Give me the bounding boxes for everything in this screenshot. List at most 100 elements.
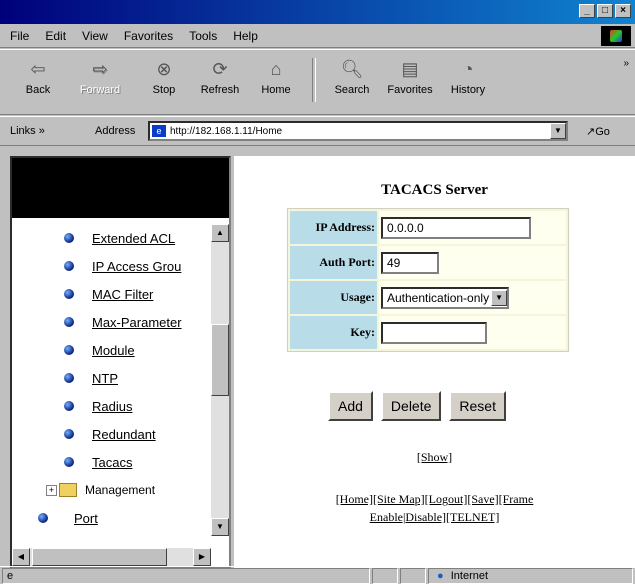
toolbar-chevron-icon[interactable]: »	[623, 58, 629, 69]
search-button[interactable]: 🔍︎ Search	[326, 58, 378, 96]
browser-window: _ □ × File Edit View Favorites Tools Hel…	[0, 0, 635, 584]
reset-button[interactable]: Reset	[449, 391, 506, 421]
footer-links-line1[interactable]: [Home][Site Map][Logout][Save][Frame	[336, 492, 534, 506]
folder-icon	[59, 483, 77, 497]
scroll-up-icon[interactable]: ▲	[211, 224, 229, 242]
page-icon: e	[152, 125, 166, 137]
home-icon: ⌂	[270, 59, 282, 79]
show-link-row: [Show]	[234, 450, 635, 465]
bullet-icon	[64, 457, 74, 467]
links-button[interactable]: Links »	[10, 125, 45, 137]
tree-item[interactable]: Module	[12, 336, 210, 364]
windows-logo-icon	[601, 26, 631, 46]
nav-link-radius[interactable]: Radius	[92, 399, 132, 414]
status-main: e	[2, 568, 370, 584]
footer-links: [Home][Site Map][Logout][Save][Frame Ena…	[234, 490, 635, 526]
key-input[interactable]	[381, 321, 487, 344]
tacacs-form: IP Address: 0.0.0.0 Auth Port: 49 Usage:…	[287, 208, 569, 352]
hscroll-thumb[interactable]	[32, 548, 167, 566]
tree-item[interactable]: Tacacs	[12, 448, 210, 476]
minimize-icon[interactable]: _	[579, 4, 595, 18]
bullet-icon	[64, 401, 74, 411]
status-cell	[372, 568, 398, 584]
status-bar: e ● Internet	[0, 566, 635, 584]
ip-address-label: IP Address:	[290, 211, 377, 244]
chevron-down-icon[interactable]: ▼	[491, 289, 508, 306]
bullet-icon	[64, 429, 74, 439]
key-label: Key:	[290, 316, 377, 349]
status-cell	[400, 568, 426, 584]
scroll-right-icon[interactable]: ▶	[193, 548, 211, 566]
tree-item[interactable]: Port	[12, 504, 210, 532]
nav-link-mac-filter[interactable]: MAC Filter	[92, 287, 153, 302]
tree-item[interactable]: Max-Parameter	[12, 308, 210, 336]
address-input[interactable]: e http://182.168.1.11/Home	[148, 121, 568, 141]
nav-link-max-parameter[interactable]: Max-Parameter	[92, 315, 182, 330]
zone-label: Internet	[450, 570, 489, 582]
home-button[interactable]: ⌂ Home	[250, 58, 302, 96]
nav-link-redundant[interactable]: Redundant	[92, 427, 156, 442]
back-button[interactable]: ⇦ Back	[12, 58, 64, 96]
nav-link-tacacs[interactable]: Tacacs	[92, 455, 132, 470]
ip-address-input[interactable]: 0.0.0.0	[381, 216, 531, 239]
title-bar: _ □ ×	[0, 0, 635, 24]
menu-view[interactable]: View	[82, 29, 108, 43]
stop-button[interactable]: ⊗ Stop	[138, 58, 190, 96]
address-url: http://182.168.1.11/Home	[170, 125, 283, 137]
menu-bar: File Edit View Favorites Tools Help	[0, 24, 635, 48]
refresh-icon: ⟳	[212, 59, 228, 79]
toolbar: ⇦ Back ⇨ Forward ⊗ Stop ⟳ Refresh ⌂ Home…	[0, 49, 635, 115]
tree-folder-management[interactable]: + Management	[12, 476, 210, 504]
add-button[interactable]: Add	[328, 391, 373, 421]
bullet-icon	[64, 373, 74, 383]
menu-file[interactable]: File	[10, 29, 29, 43]
menu-tools[interactable]: Tools	[189, 29, 217, 43]
forward-arrow-icon: ⇨	[92, 59, 108, 79]
nav-tree: Extended ACL IP Access Grou MAC Filter M…	[12, 224, 210, 532]
horizontal-scrollbar[interactable]: ◀ ▶	[12, 548, 211, 566]
menu-edit[interactable]: Edit	[45, 29, 66, 43]
address-dropdown-icon[interactable]: ▼	[550, 123, 566, 139]
scroll-left-icon[interactable]: ◀	[12, 548, 30, 566]
history-button[interactable]: ◔ History	[442, 58, 494, 96]
menu-favorites[interactable]: Favorites	[124, 29, 173, 43]
globe-icon: ●	[437, 570, 444, 582]
back-arrow-icon: ⇦	[30, 59, 46, 79]
usage-select[interactable]: Authentication-only ▼	[381, 286, 510, 309]
auth-port-input[interactable]: 49	[381, 251, 439, 274]
forward-button[interactable]: ⇨ Forward	[74, 58, 126, 96]
nav-link-extended-acl[interactable]: Extended ACL	[92, 231, 175, 246]
bullet-icon	[64, 289, 74, 299]
form-buttons: Add Delete Reset	[328, 391, 506, 421]
tree-item[interactable]: Radius	[12, 392, 210, 420]
tree-item[interactable]: Redundant	[12, 420, 210, 448]
tree-item[interactable]: IP Access Grou	[12, 252, 210, 280]
nav-link-module[interactable]: Module	[92, 343, 135, 358]
bullet-icon	[64, 261, 74, 271]
tree-item[interactable]: NTP	[12, 364, 210, 392]
refresh-button[interactable]: ⟳ Refresh	[194, 58, 246, 96]
vertical-scrollbar[interactable]: ▲ ▼	[211, 224, 229, 536]
nav-link-port[interactable]: Port	[74, 511, 98, 526]
favorites-button[interactable]: ▤ Favorites	[384, 58, 436, 96]
bullet-icon	[38, 513, 48, 523]
scroll-thumb[interactable]	[211, 324, 229, 396]
tree-item[interactable]: Extended ACL	[12, 224, 210, 252]
page-status-icon: e	[7, 570, 14, 582]
content-frame: TACACS Server IP Address: 0.0.0.0 Auth P…	[234, 156, 635, 568]
menu-help[interactable]: Help	[233, 29, 258, 43]
maximize-icon[interactable]: □	[597, 4, 613, 18]
nav-link-ip-access-group[interactable]: IP Access Grou	[92, 259, 181, 274]
close-icon[interactable]: ×	[615, 4, 631, 18]
scroll-down-icon[interactable]: ▼	[211, 518, 229, 536]
tree-item[interactable]: MAC Filter	[12, 280, 210, 308]
navigation-frame: Extended ACL IP Access Grou MAC Filter M…	[10, 156, 231, 568]
footer-links-line2[interactable]: Enable|Disable][TELNET]	[370, 510, 500, 524]
delete-button[interactable]: Delete	[380, 391, 442, 421]
folder-label: Management	[85, 483, 156, 497]
nav-link-ntp[interactable]: NTP	[92, 371, 118, 386]
auth-port-label: Auth Port:	[290, 246, 377, 279]
show-link[interactable]: [Show]	[417, 450, 452, 464]
expand-icon[interactable]: +	[46, 484, 57, 496]
go-button[interactable]: ↗Go	[586, 125, 610, 138]
